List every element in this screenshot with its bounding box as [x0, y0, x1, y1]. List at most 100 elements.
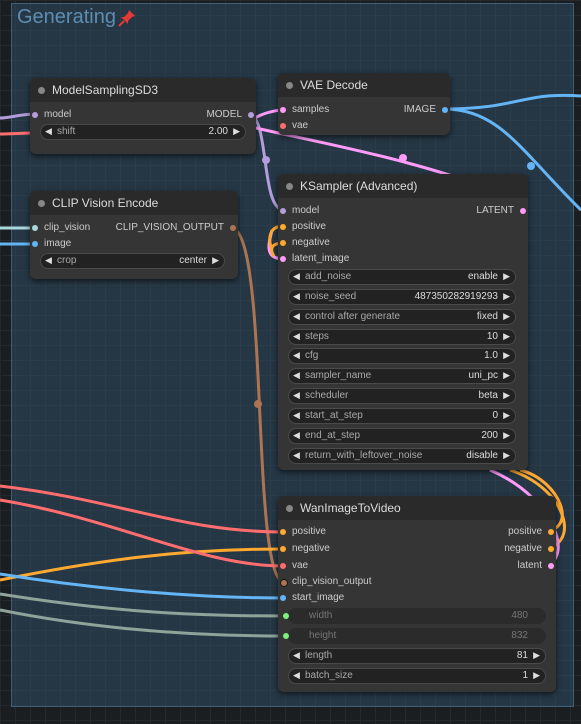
output-image[interactable]: IMAGE: [404, 103, 450, 117]
slot-dot-icon: [32, 225, 38, 231]
arrow-left-icon[interactable]: ◀: [293, 271, 300, 282]
widget-length[interactable]: ◀ length 81 ▶: [288, 648, 546, 664]
slot-dot-icon: [280, 529, 286, 535]
arrow-left-icon[interactable]: ◀: [293, 350, 300, 361]
widget-scheduler[interactable]: ◀ scheduler beta ▶: [288, 388, 516, 404]
slot-dot-icon: [283, 613, 289, 619]
arrow-right-icon[interactable]: ▶: [212, 255, 219, 266]
slot-dot-icon: [548, 563, 554, 569]
arrow-left-icon[interactable]: ◀: [293, 331, 300, 342]
slot-dot-icon: [442, 107, 448, 113]
collapse-dot-icon[interactable]: [38, 87, 45, 94]
widget-sampler-name[interactable]: ◀ sampler_name uni_pc ▶: [288, 368, 516, 384]
slot-dot-icon: [230, 225, 236, 231]
output-clip-vision[interactable]: CLIP_VISION_OUTPUT: [116, 221, 238, 235]
slot-dot-icon: [280, 240, 286, 246]
collapse-dot-icon[interactable]: [38, 200, 45, 207]
slot-dot-icon: [548, 546, 554, 552]
arrow-right-icon[interactable]: ▶: [533, 650, 540, 661]
widget-end-at-step[interactable]: ◀ end_at_step 200 ▶: [288, 428, 516, 444]
widget-start-at-step[interactable]: ◀ start_at_step 0 ▶: [288, 408, 516, 424]
arrow-left-icon[interactable]: ◀: [293, 311, 300, 322]
widget-shift[interactable]: ◀ shift 2.00 ▶: [40, 124, 246, 140]
arrow-left-icon[interactable]: ◀: [45, 255, 52, 266]
arrow-right-icon[interactable]: ▶: [533, 670, 540, 681]
slot-dot-icon: [283, 633, 289, 639]
arrow-left-icon[interactable]: ◀: [293, 291, 300, 302]
widget-batch-size[interactable]: ◀ batch_size 1 ▶: [288, 668, 546, 684]
slot-dot-icon: [520, 208, 526, 214]
arrow-right-icon[interactable]: ▶: [503, 390, 510, 401]
arrow-right-icon[interactable]: ▶: [503, 450, 510, 461]
slot-dot-icon: [280, 579, 288, 587]
input-clip-vision-output[interactable]: clip_vision_output: [278, 575, 372, 589]
widget-control-after-generate[interactable]: ◀ control after generate fixed ▶: [288, 309, 516, 325]
output-negative[interactable]: negative: [504, 542, 556, 556]
slot-dot-icon: [32, 112, 38, 118]
output-positive[interactable]: positive: [508, 525, 556, 539]
arrow-left-icon[interactable]: ◀: [45, 126, 52, 137]
arrow-left-icon[interactable]: ◀: [293, 430, 300, 441]
node-title: WanImageToVideo: [300, 501, 401, 515]
input-latent-image[interactable]: latent_image: [278, 252, 349, 266]
arrow-right-icon[interactable]: ▶: [503, 311, 510, 322]
arrow-right-icon[interactable]: ▶: [503, 370, 510, 381]
input-positive[interactable]: positive: [278, 220, 326, 234]
input-model[interactable]: model: [278, 204, 319, 218]
arrow-left-icon[interactable]: ◀: [293, 390, 300, 401]
arrow-right-icon[interactable]: ▶: [503, 350, 510, 361]
arrow-left-icon[interactable]: ◀: [293, 410, 300, 421]
arrow-right-icon[interactable]: ▶: [503, 291, 510, 302]
slot-dot-icon: [248, 112, 254, 118]
input-vae[interactable]: vae: [278, 559, 308, 573]
node-model-sampling-sd3[interactable]: ModelSamplingSD3 model MODEL ◀ shift 2.0…: [30, 78, 256, 154]
widget-crop[interactable]: ◀ crop center ▶: [40, 253, 225, 269]
collapse-dot-icon[interactable]: [286, 505, 293, 512]
slot-dot-icon: [280, 595, 286, 601]
widget-height[interactable]: height 832: [283, 628, 546, 644]
slot-dot-icon: [280, 123, 286, 129]
input-model[interactable]: model: [30, 108, 71, 122]
collapse-dot-icon[interactable]: [286, 183, 293, 190]
arrow-right-icon[interactable]: ▶: [503, 410, 510, 421]
group-title[interactable]: Generating: [17, 6, 116, 29]
output-model[interactable]: MODEL: [206, 108, 256, 122]
arrow-right-icon[interactable]: ▶: [503, 430, 510, 441]
widget-cfg[interactable]: ◀ cfg 1.0 ▶: [288, 348, 516, 364]
slot-dot-icon: [32, 241, 38, 247]
arrow-right-icon[interactable]: ▶: [503, 331, 510, 342]
widget-return-with-leftover-noise[interactable]: ◀ return_with_leftover_noise disable ▶: [288, 448, 516, 464]
widget-add-noise[interactable]: ◀ add_noise enable ▶: [288, 269, 516, 285]
output-latent[interactable]: latent: [518, 559, 556, 573]
widget-noise-seed[interactable]: ◀ noise_seed 487350282919293 ▶: [288, 289, 516, 305]
node-vae-decode[interactable]: VAE Decode samples IMAGE vae: [278, 73, 450, 135]
input-image[interactable]: image: [30, 237, 71, 251]
input-samples[interactable]: samples: [278, 103, 329, 117]
arrow-left-icon[interactable]: ◀: [293, 370, 300, 381]
input-positive[interactable]: positive: [278, 525, 326, 539]
node-title: CLIP Vision Encode: [52, 196, 159, 210]
slot-dot-icon: [280, 563, 286, 569]
arrow-left-icon[interactable]: ◀: [293, 450, 300, 461]
slot-dot-icon: [280, 224, 286, 230]
input-vae[interactable]: vae: [278, 119, 308, 133]
node-wan-image-to-video[interactable]: WanImageToVideo positive positive negati…: [278, 496, 556, 692]
arrow-right-icon[interactable]: ▶: [233, 126, 240, 137]
collapse-dot-icon[interactable]: [286, 82, 293, 89]
node-ksampler-advanced[interactable]: KSampler (Advanced) model LATENT positiv…: [278, 174, 528, 470]
slot-dot-icon: [280, 208, 286, 214]
output-latent[interactable]: LATENT: [476, 204, 528, 218]
input-negative[interactable]: negative: [278, 542, 330, 556]
input-clip-vision[interactable]: clip_vision: [30, 221, 90, 235]
slot-dot-icon: [280, 107, 286, 113]
widget-width[interactable]: width 480: [283, 608, 546, 624]
pin-icon: [118, 10, 135, 27]
arrow-left-icon[interactable]: ◀: [293, 670, 300, 681]
widget-steps[interactable]: ◀ steps 10 ▶: [288, 329, 516, 345]
arrow-left-icon[interactable]: ◀: [293, 650, 300, 661]
arrow-right-icon[interactable]: ▶: [503, 271, 510, 282]
node-title: VAE Decode: [300, 78, 368, 92]
node-clip-vision-encode[interactable]: CLIP Vision Encode clip_vision CLIP_VISI…: [30, 191, 238, 279]
input-start-image[interactable]: start_image: [278, 591, 344, 605]
input-negative[interactable]: negative: [278, 236, 330, 250]
